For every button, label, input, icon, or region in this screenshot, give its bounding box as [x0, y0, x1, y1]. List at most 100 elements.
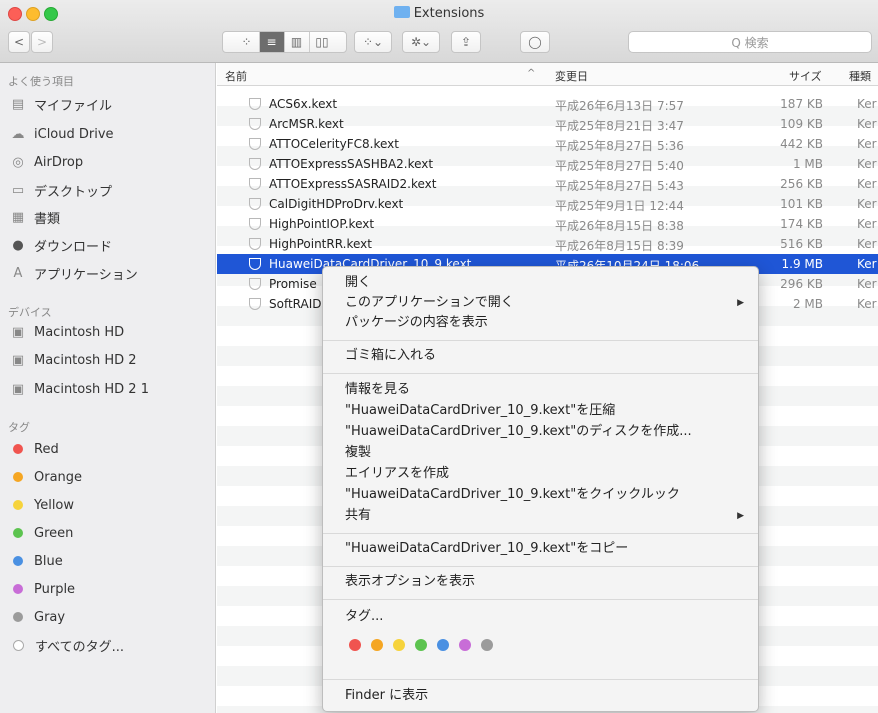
sidebar: よく使う項目 ▤ マイファイル ☁ iCloud Drive ◎ AirDrop ▭ デ… [0, 63, 216, 713]
column-size[interactable]: サイズ [789, 68, 822, 84]
gray-tag-dot[interactable] [481, 639, 493, 651]
column-kind[interactable]: 種類 [849, 68, 871, 84]
disk-icon: ▣ [11, 324, 25, 340]
menu-item-quick-look[interactable]: "HuaweiDataCardDriver_10_9.kext"をクイックルック [345, 485, 680, 505]
sidebar-item-all-my-files[interactable]: ▤ マイファイル [10, 93, 112, 115]
back-button[interactable]: < [8, 31, 30, 53]
gear-icon: ✲⌄ [410, 35, 432, 49]
file-size: 109 KB [780, 117, 823, 131]
menu-item-tags[interactable]: タグ... [345, 607, 383, 627]
sidebar-item-documents[interactable]: ▦ 書類 [10, 206, 60, 228]
orange-tag-dot[interactable] [371, 639, 383, 651]
menu-item-copy[interactable]: "HuaweiDataCardDriver_10_9.kext"をコピー [345, 539, 628, 559]
blue-tag-dot[interactable] [437, 639, 449, 651]
sidebar-item-icloud-drive[interactable]: ☁ iCloud Drive [10, 123, 114, 145]
sidebar-item-airdrop[interactable]: ◎ AirDrop [10, 151, 83, 173]
file-kind: Ker [857, 97, 877, 111]
favorites-header: よく使う項目 [8, 75, 74, 88]
file-size: 296 KB [780, 277, 823, 291]
sidebar-item-tag-gray[interactable]: Gray [10, 606, 65, 628]
menu-item-show-view-options[interactable]: 表示オプションを表示 [345, 572, 475, 592]
sidebar-item-label: Red [34, 441, 59, 457]
disk-icon: ▣ [11, 352, 25, 368]
file-size: 1.9 MB [781, 257, 823, 271]
sort-indicator-icon: ^ [527, 68, 536, 79]
table-row[interactable]: ATTOCelerityFC8.kext 平成25年8月27日 5:36 442 K… [217, 134, 878, 154]
airdrop-icon: ◎ [12, 154, 24, 170]
table-row[interactable]: ATTOExpressSASRAID2.kext 平成25年8月27日 5:43 2… [217, 174, 878, 194]
file-date: 平成25年8月27日 5:40 [555, 159, 684, 173]
sidebar-item-applications[interactable]: A アプリケーション [10, 262, 138, 284]
menu-item-move-to-trash[interactable]: ゴミ箱に入れる [345, 346, 436, 366]
sidebar-item-tag-blue[interactable]: Blue [10, 550, 63, 572]
file-size: 516 KB [780, 237, 823, 251]
file-kind: Ker [857, 157, 877, 171]
purple-tag-dot[interactable] [459, 639, 471, 651]
menu-item-compress[interactable]: "HuaweiDataCardDriver_10_9.kext"を圧縮 [345, 401, 615, 421]
file-size: 101 KB [780, 197, 823, 211]
table-row[interactable]: ArcMSR.kext 平成25年8月21日 3:47 109 KB Ker [217, 114, 878, 134]
view-mode-segmented-control[interactable]: ⁘ ≡ ▥ ▯▯ [222, 31, 347, 53]
cloud-icon: ☁ [11, 126, 25, 142]
gray-tag-icon [13, 612, 23, 622]
disk-icon: ▣ [11, 381, 25, 397]
sidebar-item-label: Gray [34, 609, 66, 625]
table-row[interactable]: ATTOExpressSASHBA2.kext 平成25年8月27日 5:40 1 … [217, 154, 878, 174]
sidebar-item-tag-green[interactable]: Green [10, 522, 73, 544]
sidebar-item-label: Macintosh HD [34, 324, 125, 340]
sidebar-item-downloads[interactable]: ● ダウンロード [10, 234, 112, 256]
menu-item-make-alias[interactable]: エイリアスを作成 [345, 464, 449, 484]
table-row[interactable]: CalDigitHDProDrv.kext 平成25年9月1日 12:44 101 … [217, 194, 878, 214]
tags-header: タグ [8, 421, 30, 434]
sidebar-item-macintosh-hd-2[interactable]: ▣ Macintosh HD 2 [10, 349, 137, 371]
sidebar-item-macintosh-hd-2-1[interactable]: ▣ Macintosh HD 2 1 [10, 378, 149, 400]
sidebar-item-desktop[interactable]: ▭ デスクトップ [10, 179, 112, 201]
forward-button[interactable]: > [31, 31, 53, 53]
sidebar-item-tag-yellow[interactable]: Yellow [10, 494, 74, 516]
sidebar-item-tag-purple[interactable]: Purple [10, 578, 75, 600]
menu-item-open-with[interactable]: このアプリケーションで開く [345, 293, 514, 313]
kext-file-icon [249, 98, 261, 110]
yellow-tag-dot[interactable] [393, 639, 405, 651]
icon-view-icon[interactable]: ⁘ [235, 32, 260, 52]
orange-tag-icon [13, 472, 23, 482]
menu-item-burn-to-disc[interactable]: "HuaweiDataCardDriver_10_9.kext"のディスクを作成… [345, 422, 692, 442]
column-view-icon[interactable]: ▥ [285, 32, 310, 52]
list-view-icon[interactable]: ≡ [259, 32, 285, 52]
sidebar-item-label: ダウンロード [34, 239, 113, 255]
table-row[interactable]: HighPointIOP.kext 平成26年8月15日 8:38 174 KB Ke… [217, 214, 878, 234]
table-row[interactable]: ACS6x.kext 平成26年6月13日 7:57 187 KB Ker [217, 94, 878, 114]
context-menu: 開く このアプリケーションで開く ▶ パッケージの内容を表示 ゴミ箱に入れる 情… [322, 266, 759, 712]
red-tag-dot[interactable] [349, 639, 361, 651]
green-tag-dot[interactable] [415, 639, 427, 651]
file-date: 平成25年8月27日 5:36 [555, 139, 684, 153]
sidebar-item-tag-orange[interactable]: Orange [10, 466, 82, 488]
menu-separator [323, 533, 758, 534]
search-input[interactable]: Q 検索 [628, 31, 872, 53]
menu-separator [323, 679, 758, 680]
sidebar-item-label: マイファイル [34, 98, 113, 114]
sidebar-item-label: Blue [34, 553, 63, 569]
cover-flow-icon[interactable]: ▯▯ [310, 32, 335, 52]
menu-item-show-package-contents[interactable]: パッケージの内容を表示 [345, 313, 488, 333]
action-button[interactable]: ✲⌄ [402, 31, 440, 53]
menu-item-get-info[interactable]: 情報を見る [345, 380, 410, 400]
menu-item-share[interactable]: 共有 [345, 506, 371, 526]
menu-item-duplicate[interactable]: 複製 [345, 443, 371, 463]
sidebar-item-all-tags[interactable]: すべてのタグ... [10, 634, 124, 656]
sidebar-item-macintosh-hd[interactable]: ▣ Macintosh HD [10, 321, 124, 343]
file-kind: Ker [857, 277, 877, 291]
menu-item-show-in-finder[interactable]: Finder に表示 [345, 686, 428, 706]
file-kind: Ker [857, 217, 877, 231]
column-date[interactable]: 変更日 [555, 68, 588, 84]
menu-item-open[interactable]: 開く [345, 273, 371, 293]
table-row[interactable]: HighPointRR.kext 平成26年8月15日 8:39 516 KB Ker [217, 234, 878, 254]
download-icon: ● [12, 237, 24, 253]
column-name[interactable]: 名前 [225, 68, 247, 84]
tag-button[interactable]: ◯ [520, 31, 550, 53]
sidebar-item-tag-red[interactable]: Red [10, 438, 59, 460]
sidebar-item-label: 書類 [34, 211, 61, 227]
sidebar-item-label: アプリケーション [34, 267, 138, 283]
share-button[interactable]: ⇪ [451, 31, 481, 53]
arrange-button[interactable]: ⁘⌄ [354, 31, 392, 53]
